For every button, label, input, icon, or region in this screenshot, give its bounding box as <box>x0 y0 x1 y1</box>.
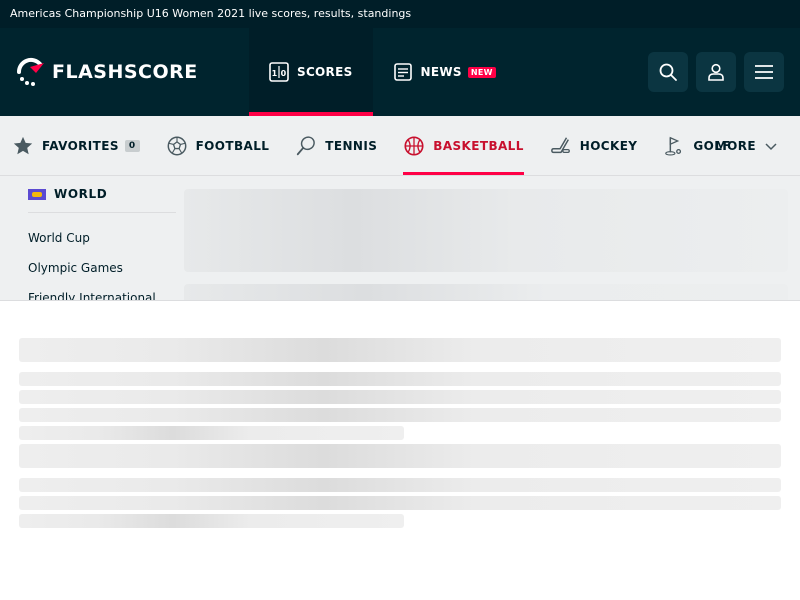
nav-news[interactable]: NEWS NEW <box>373 28 516 116</box>
left-menu-region[interactable]: WORLD <box>28 176 176 213</box>
sport-basketball-label: BASKETBALL <box>433 138 524 153</box>
search-icon <box>659 63 677 81</box>
left-menu-item-world-cup[interactable]: World Cup <box>28 223 176 253</box>
main-content: WORLD World Cup Olympic Games Friendly I… <box>0 176 800 300</box>
loading-placeholder-header <box>184 189 788 272</box>
page-title: Americas Championship U16 Women 2021 liv… <box>10 7 412 20</box>
news-new-badge: NEW <box>467 66 496 78</box>
menu-icon <box>755 65 773 79</box>
sport-football-label: FOOTBALL <box>195 138 270 153</box>
left-menu-item-olympic-games[interactable]: Olympic Games <box>28 253 176 283</box>
sport-favorites[interactable]: FAVORITES 0 <box>12 116 153 175</box>
nav-scores-label: SCORES <box>297 65 353 79</box>
skeleton-row <box>19 338 781 362</box>
basketball-icon <box>404 135 424 156</box>
skeleton-row <box>19 372 781 386</box>
left-menu-item-friendly-international[interactable]: Friendly International <box>28 283 176 300</box>
menu-button[interactable] <box>744 52 784 92</box>
logo[interactable]: FLASHSCORE <box>0 28 249 116</box>
skeleton-row <box>19 514 404 528</box>
user-button[interactable] <box>696 52 736 92</box>
sport-tennis[interactable]: TENNIS <box>295 116 390 175</box>
sport-hockey[interactable]: HOCKEY <box>550 116 651 175</box>
sport-more-label: MORE <box>714 139 756 153</box>
sport-favorites-label: FAVORITES <box>42 138 119 153</box>
football-icon <box>167 136 187 155</box>
sports-menu: FAVORITES 0 FOOTBALL TENNIS BASKETBALL H… <box>0 116 800 176</box>
nav-scores[interactable]: 1 0 SCORES <box>249 28 373 116</box>
sport-hockey-label: HOCKEY <box>579 138 638 153</box>
svg-text:1: 1 <box>272 69 278 78</box>
svg-text:0: 0 <box>281 69 287 78</box>
flashscore-logo-icon <box>16 57 44 86</box>
world-flag-icon <box>28 188 46 200</box>
page-title-bar: Americas Championship U16 Women 2021 liv… <box>0 0 800 28</box>
chevron-down-icon <box>765 143 777 151</box>
nav-news-label: NEWS <box>420 65 462 79</box>
skeleton-row <box>19 408 781 422</box>
golf-icon <box>665 136 682 156</box>
skeleton-row <box>19 478 781 492</box>
header-nav: 1 0 SCORES NEWS NEW <box>249 28 516 116</box>
skeleton-row <box>19 496 781 510</box>
sport-tennis-label: TENNIS <box>325 138 378 153</box>
loading-placeholder-strip <box>184 284 788 300</box>
brand-name: FLASHSCORE <box>52 61 198 83</box>
sport-basketball[interactable]: BASKETBALL <box>403 116 536 175</box>
header: FLASHSCORE 1 0 SCORES NEWS NEW <box>0 28 800 116</box>
sport-football[interactable]: FOOTBALL <box>166 116 283 175</box>
tennis-icon <box>297 135 316 155</box>
skeleton-row <box>19 426 404 440</box>
left-menu-region-label: WORLD <box>54 187 108 201</box>
search-button[interactable] <box>648 52 688 92</box>
sport-more[interactable]: MORE <box>715 116 786 176</box>
skeleton-row <box>19 444 781 468</box>
user-icon <box>708 63 724 81</box>
header-actions <box>648 52 784 92</box>
left-menu: WORLD World Cup Olympic Games Friendly I… <box>28 176 176 300</box>
news-icon <box>393 63 412 81</box>
scoreboard-icon: 1 0 <box>269 62 289 82</box>
favorites-count: 0 <box>124 139 140 152</box>
hockey-icon <box>550 136 570 153</box>
star-icon <box>13 136 33 154</box>
skeleton-row <box>19 390 781 404</box>
loading-skeleton-panel <box>0 301 800 600</box>
